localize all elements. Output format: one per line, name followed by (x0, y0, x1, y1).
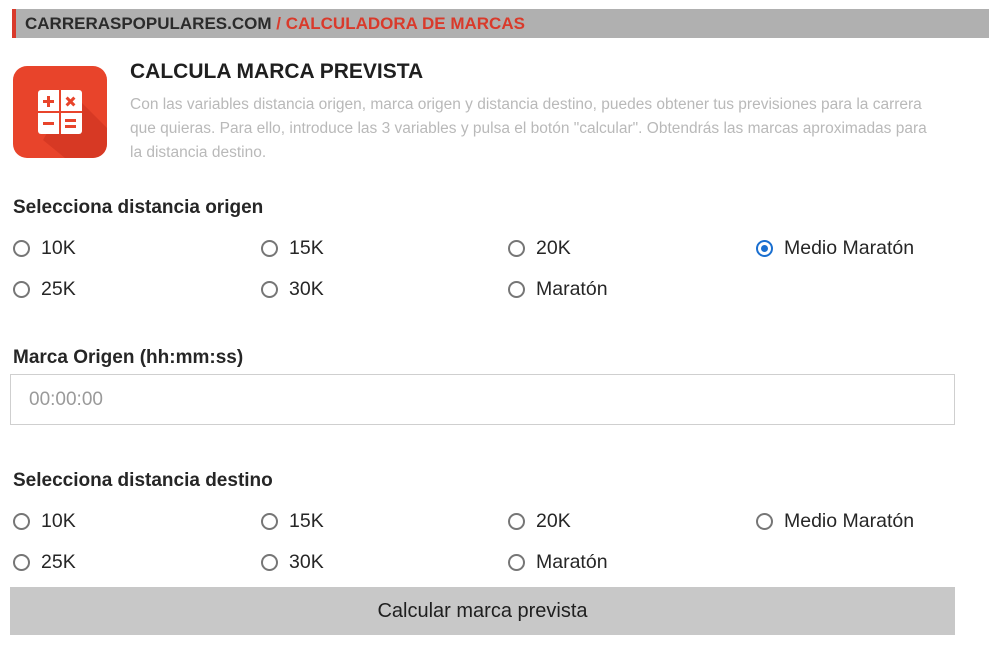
destination-radio-10k[interactable]: 10K (13, 508, 76, 534)
radio-button[interactable] (756, 512, 773, 530)
radio-label: Maratón (536, 277, 608, 300)
radio-button[interactable] (261, 280, 278, 298)
origin-time-label: Marca Origen (hh:mm:ss) (13, 347, 244, 368)
destination-radio-20k[interactable]: 20K (508, 508, 571, 534)
page-description: Con las variables distancia origen, marc… (130, 96, 927, 161)
breadcrumb-current-page: CALCULADORA DE MARCAS (285, 14, 525, 33)
radio-label: 10K (41, 509, 76, 532)
destination-radio-15k[interactable]: 15K (261, 508, 324, 534)
radio-button[interactable] (13, 512, 30, 530)
radio-label: 15K (289, 236, 324, 259)
radio-label: 20K (536, 236, 571, 259)
origin-radio-medio-maraton[interactable]: Medio Maratón (756, 235, 914, 261)
origin-radio-25k[interactable]: 25K (13, 276, 76, 302)
radio-button[interactable] (508, 512, 525, 530)
radio-label: Medio Maratón (784, 236, 915, 259)
radio-label: Maratón (536, 550, 608, 573)
radio-label: 25K (41, 277, 76, 300)
radio-label: 15K (289, 509, 324, 532)
radio-label: 20K (536, 509, 571, 532)
destination-radio-medio-maraton[interactable]: Medio Maratón (756, 508, 914, 534)
breadcrumb: CARRERASPOPULARES.COM / CALCULADORA DE M… (12, 9, 989, 38)
origin-radio-maraton[interactable]: Maratón (508, 276, 608, 302)
radio-label: 10K (41, 236, 76, 259)
radio-button[interactable] (13, 553, 30, 571)
breadcrumb-separator: / (271, 14, 286, 33)
calculator-icon (13, 66, 107, 158)
radio-button[interactable] (508, 280, 525, 298)
radio-button-selected[interactable] (756, 239, 773, 257)
radio-button[interactable] (508, 553, 525, 571)
breadcrumb-site-link[interactable]: CARRERASPOPULARES.COM (25, 14, 272, 33)
destination-distance-label: Selecciona distancia destino (13, 470, 273, 491)
radio-button[interactable] (13, 239, 30, 257)
origin-radio-10k[interactable]: 10K (13, 235, 76, 261)
radio-button[interactable] (261, 512, 278, 530)
origin-time-input[interactable] (10, 374, 955, 425)
radio-label: 25K (41, 550, 76, 573)
destination-radio-maraton[interactable]: Maratón (508, 549, 608, 575)
radio-button[interactable] (13, 280, 30, 298)
origin-radio-30k[interactable]: 30K (261, 276, 324, 302)
origin-distance-label: Selecciona distancia origen (13, 197, 264, 218)
origin-radio-15k[interactable]: 15K (261, 235, 324, 261)
radio-button[interactable] (261, 239, 278, 257)
destination-radio-25k[interactable]: 25K (13, 549, 76, 575)
radio-label: Medio Maratón (784, 509, 915, 532)
origin-radio-20k[interactable]: 20K (508, 235, 571, 261)
radio-button[interactable] (508, 239, 525, 257)
radio-label: 30K (289, 277, 324, 300)
radio-button[interactable] (261, 553, 278, 571)
calculate-button[interactable]: Calcular marca prevista (10, 587, 955, 635)
radio-label: 30K (289, 550, 324, 573)
destination-radio-30k[interactable]: 30K (261, 549, 324, 575)
page-title: CALCULA MARCA PREVISTA (130, 60, 424, 83)
